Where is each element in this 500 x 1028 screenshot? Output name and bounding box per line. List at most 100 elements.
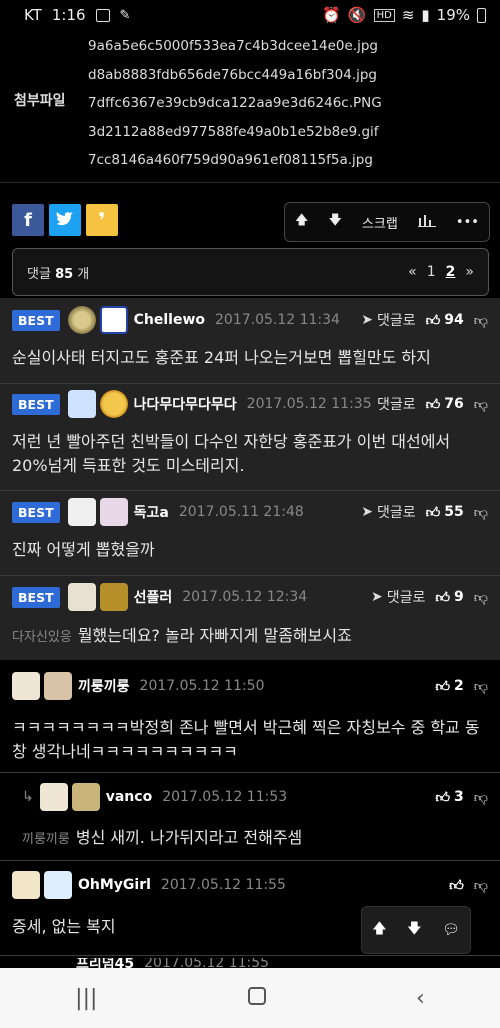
reply-target[interactable]: 끼룽끼룽	[22, 832, 70, 847]
best-badge: BEST	[12, 586, 60, 608]
comment-nickname[interactable]: 선플러	[134, 587, 173, 607]
thumbs-up-icon: 👍︎	[425, 312, 441, 329]
comment-nickname[interactable]: Chellewo	[134, 312, 205, 328]
comment-nickname[interactable]: 끼룽끼룽	[78, 676, 130, 696]
chat-icon[interactable]: 💬︎	[442, 922, 460, 938]
back-icon[interactable]: ‹	[416, 986, 425, 1011]
comment-actions: ➤ 댓글로 👍︎ 94 👎︎	[361, 305, 488, 335]
facebook-share-button[interactable]: f	[12, 204, 44, 236]
comment-count-bar: 댓글 85 개 « 1 2 »	[12, 248, 489, 296]
reply-button[interactable]: ➤ 댓글로	[371, 587, 425, 607]
comment-body: 뭘했는데요? 놀라 자빠지게 말좀해보시죠	[77, 626, 352, 645]
comment-actions: 👍︎ 3 👎︎	[435, 782, 488, 812]
avatar[interactable]	[67, 390, 96, 418]
chart-icon[interactable]	[417, 213, 436, 231]
avatar[interactable]	[44, 672, 72, 700]
recent-apps-icon[interactable]: |||	[75, 986, 97, 1011]
reply-button[interactable]: ➤ 댓글로	[361, 310, 415, 330]
avatar[interactable]	[99, 583, 128, 611]
like-button[interactable]: 👍︎ 9	[435, 589, 463, 606]
comment-actions: 👍︎ 2 👎︎	[435, 671, 488, 701]
attachment-label: 첨부파일	[14, 93, 66, 109]
comment-meta: BEST 선플러 2017.05.12 12:34	[12, 582, 307, 612]
twitter-icon	[56, 212, 73, 226]
system-nav-bar: ||| ‹	[0, 968, 500, 1028]
thumbs-down-icon[interactable]: 👎︎	[474, 877, 488, 894]
attachment-section: 첨부파일 9a6a5e6c5000f533ea7c4b3dcee14e0e.jp…	[0, 30, 500, 180]
current-page[interactable]: 2	[446, 264, 456, 280]
like-button[interactable]: 👍︎	[449, 877, 464, 894]
avatar[interactable]	[99, 390, 128, 418]
arrow-down-icon[interactable]: 🡇	[328, 211, 341, 233]
arrow-down-icon[interactable]: 🡇	[407, 918, 421, 942]
divider	[0, 383, 500, 384]
comment-text: 진짜 어떻게 뽑혔을까	[12, 540, 155, 559]
scrap-button[interactable]: 스크랩	[362, 213, 398, 232]
avatar[interactable]	[67, 583, 96, 611]
attachment-file[interactable]: 3d2112a88ed977588fe49a0b1e52b8e9.gif	[88, 118, 382, 147]
thumbs-down-icon[interactable]: 👎︎	[474, 589, 488, 606]
gallery-icon	[95, 8, 110, 22]
alarm-icon: ⏰	[322, 6, 341, 24]
status-bar: KT 1:16 ✎ ⏰ 🔇 HD ≋ ▮ 19%	[0, 0, 500, 30]
comment-nickname[interactable]: 나다무다무다무다	[134, 394, 237, 414]
thumbs-down-icon[interactable]: 👎︎	[474, 504, 488, 521]
comment-actions: ➤ 댓글로 👍︎ 9 👎︎	[371, 582, 488, 612]
comment-date: 2017.05.11 21:48	[178, 504, 304, 520]
comment-nickname[interactable]: 프리덤45	[76, 958, 134, 968]
home-icon[interactable]	[247, 986, 266, 1011]
like-button[interactable]: 👍︎ 76	[426, 396, 464, 413]
like-count: 55	[444, 504, 464, 520]
avatar[interactable]	[71, 783, 100, 811]
avatar[interactable]	[12, 672, 40, 700]
comment-nickname[interactable]: 독고a	[134, 502, 169, 522]
comment-nickname[interactable]: OhMyGirl	[78, 877, 151, 893]
thumbs-down-icon[interactable]: 👎︎	[474, 312, 488, 329]
attachment-file[interactable]: 9a6a5e6c5000f533ea7c4b3dcee14e0e.jpg	[88, 32, 382, 61]
carrier: KT	[24, 6, 42, 24]
thumbs-up-icon: 👍︎	[449, 877, 464, 894]
attachment-file[interactable]: 7dffc6367e39cb9dca122aa9e3d6246c.PNG	[88, 89, 382, 118]
twitter-share-button[interactable]	[49, 204, 81, 236]
arrow-up-icon[interactable]: 🡅	[372, 918, 386, 942]
comment-meta: 프리덤45 2017.05.12 11:55	[12, 958, 269, 968]
reply-arrow-icon: ↳	[22, 789, 34, 805]
battery-icon	[477, 7, 486, 23]
reply-label: 댓글로	[377, 505, 416, 521]
reply-button[interactable]: 댓글로	[377, 394, 416, 414]
more-icon[interactable]: •••	[456, 215, 479, 230]
comment-nickname[interactable]: vanco	[106, 789, 152, 805]
like-button[interactable]: 👍︎ 94	[426, 312, 464, 329]
comment-date: 2017.05.12 11:50	[139, 678, 265, 694]
like-button[interactable]: 👍︎ 3	[435, 789, 463, 806]
kakaostory-share-button[interactable]: ❜	[86, 204, 118, 236]
thumbs-down-icon[interactable]: 👎︎	[474, 789, 488, 806]
thumbs-down-icon[interactable]: 👎︎	[474, 678, 488, 695]
like-count: 9	[454, 589, 464, 605]
reply-button[interactable]: ➤ 댓글로	[361, 502, 415, 522]
avatar[interactable]	[12, 871, 40, 899]
avatar[interactable]	[39, 783, 68, 811]
thumbs-up-icon: 👍︎	[435, 678, 451, 695]
thumbs-down-icon[interactable]: 👎︎	[474, 396, 488, 413]
attachment-file[interactable]: d8ab8883fdb656de76bcc449a16bf304.jpg	[88, 61, 382, 90]
comment-pager: « 1 2 »	[408, 264, 474, 280]
comment-date: 2017.05.12 11:34	[215, 312, 340, 328]
like-button[interactable]: 👍︎ 55	[426, 504, 464, 521]
prev-page-icon[interactable]: «	[408, 264, 417, 280]
comment-text: 끼룽끼룽 병신 새끼. 나가뒤지라고 전해주셈	[22, 826, 500, 852]
attachment-file[interactable]: 7cc8146a460f759d90a961ef08115f5a.jpg	[88, 146, 382, 175]
next-page-icon[interactable]: »	[465, 264, 474, 280]
divider	[0, 860, 500, 861]
comment-date: 2017.05.12 12:34	[182, 589, 308, 605]
arrow-up-icon[interactable]: 🡅	[295, 211, 308, 233]
page-link[interactable]: 1	[427, 264, 436, 280]
like-button[interactable]: 👍︎ 2	[435, 678, 463, 695]
reply-target[interactable]: 다자신있응	[12, 630, 72, 645]
avatar[interactable]	[99, 306, 128, 334]
avatar[interactable]	[67, 498, 96, 526]
comment-text: 순실이사태 터지고도 홍준표 24퍼 나오는거보면 뽑힐만도 하지	[12, 348, 431, 367]
avatar[interactable]	[99, 498, 128, 526]
send-icon: ➤	[371, 589, 383, 605]
like-count: 94	[444, 312, 464, 328]
